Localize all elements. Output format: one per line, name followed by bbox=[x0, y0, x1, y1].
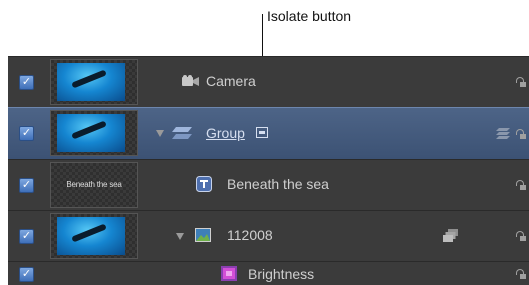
layer-row-beneath-the-sea[interactable]: ✓ Beneath the sea Beneath the sea bbox=[8, 159, 529, 210]
isolate-icon[interactable] bbox=[256, 127, 268, 138]
disclosure-triangle-icon[interactable] bbox=[156, 130, 164, 137]
layer-row-112008[interactable]: ✓ 112008 bbox=[8, 210, 529, 261]
layers-list: ✓ Camera ✓ Group ✓ Beneath the sea Benea… bbox=[8, 56, 529, 285]
camera-icon bbox=[182, 75, 199, 86]
layer-name[interactable]: 112008 bbox=[227, 227, 273, 243]
layer-name[interactable]: Camera bbox=[206, 73, 256, 89]
layer-row-group[interactable]: ✓ Group bbox=[8, 107, 529, 159]
lock-icon[interactable] bbox=[516, 77, 526, 87]
isolate-button-callout: Isolate button bbox=[267, 8, 352, 24]
text-layer-icon bbox=[196, 176, 212, 192]
lock-icon[interactable] bbox=[516, 180, 526, 190]
layer-name[interactable]: Group bbox=[206, 125, 245, 141]
lock-icon[interactable] bbox=[516, 129, 526, 139]
layer-enable-checkbox[interactable]: ✓ bbox=[19, 178, 34, 193]
layer-row-brightness[interactable]: ✓ Brightness bbox=[8, 261, 529, 285]
disclosure-triangle-icon[interactable] bbox=[176, 233, 184, 240]
layer-row-camera[interactable]: ✓ Camera bbox=[8, 56, 529, 107]
lock-icon[interactable] bbox=[516, 269, 526, 279]
thumbnail-text: Beneath the sea bbox=[66, 180, 122, 189]
layer-enable-checkbox[interactable]: ✓ bbox=[19, 267, 34, 282]
layer-enable-checkbox[interactable]: ✓ bbox=[19, 75, 34, 90]
layer-name[interactable]: Brightness bbox=[248, 266, 314, 282]
stack-icon bbox=[443, 229, 458, 242]
filter-icon bbox=[221, 266, 237, 281]
layer-thumbnail bbox=[50, 59, 138, 105]
layer-thumbnail bbox=[50, 213, 138, 259]
layer-thumbnail bbox=[50, 110, 138, 156]
stack-icon bbox=[496, 128, 510, 139]
group-layers-icon bbox=[172, 127, 192, 139]
layer-thumbnail: Beneath the sea bbox=[50, 162, 138, 208]
lock-icon[interactable] bbox=[516, 231, 526, 241]
layer-name[interactable]: Beneath the sea bbox=[227, 176, 329, 192]
layer-enable-checkbox[interactable]: ✓ bbox=[19, 126, 34, 141]
image-layer-icon bbox=[195, 228, 211, 242]
layer-enable-checkbox[interactable]: ✓ bbox=[19, 229, 34, 244]
